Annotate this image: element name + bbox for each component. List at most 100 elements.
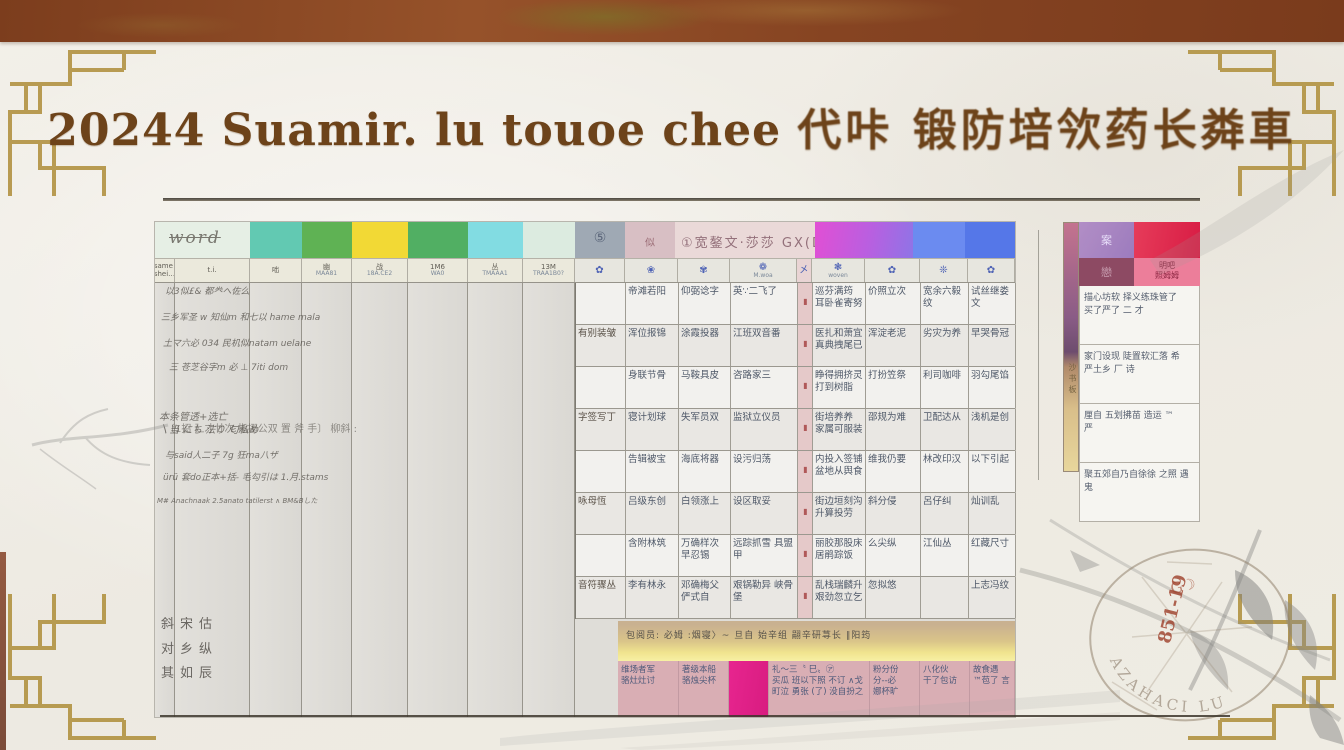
- mini-maroon-cell: 戀: [1079, 258, 1134, 286]
- schedule-cell: 街边垣刻沟 升算投劳: [813, 493, 866, 534]
- schedule-cell: 监狱立仪员: [731, 409, 798, 450]
- schedule-cell: 吕级东创: [626, 493, 679, 534]
- footer-cell: 维场者军 骆灶灶讨: [618, 661, 679, 717]
- left-column: [523, 283, 575, 717]
- mini-table-rows: 描心坊软 择义练珠管了 买了严了 二 才家门设现 陡置软汇落 希 严土乡 厂 诗…: [1079, 286, 1200, 522]
- schedule-cell: 艰锅勒异 峡骨堡: [731, 577, 798, 618]
- schedule-cell: 邵规为难: [866, 409, 921, 450]
- title-cjk-part: 代咔 锻防培欦药长粦車: [797, 105, 1296, 156]
- header-block-mint: word: [155, 222, 250, 258]
- footer-cell: 著级本船 骆烛尖杯: [679, 661, 729, 717]
- subheader-caption: M.woa: [753, 273, 772, 279]
- subheader-cell: 幽 MAA81: [302, 259, 352, 282]
- schedule-cell: 涂霞投器: [679, 325, 731, 366]
- schedule-cell: [576, 535, 626, 576]
- schedule-cell-stamp: ▮: [798, 535, 813, 576]
- schedule-cell: 英∵二飞了: [731, 283, 798, 324]
- mini-purple-cell: 案: [1079, 222, 1134, 258]
- schedule-cell: [921, 577, 969, 618]
- schedule-row: 含附林筑 万确样次 早忍锡 远踪抓雪 具盟甲 ▮ 丽胶那股床 居鹃踪饭 么尖纵 …: [576, 535, 1015, 577]
- schedule-cell: 上志冯纹: [969, 577, 1016, 618]
- schedule-cell: 有别装皱: [576, 325, 626, 366]
- main-schedule-table: word ⑤ 似 ①宽鏊文·莎莎 GX(D.7 same: [155, 222, 1015, 717]
- subheader-cell: ❃ woven: [812, 259, 865, 282]
- scribble-note: 以3似£& 都龹へ佐么: [165, 287, 365, 299]
- schedule-cell: 维我仍要: [866, 451, 921, 492]
- schedule-cell: 红藏尺寸: [969, 535, 1016, 576]
- left-column: [468, 283, 523, 717]
- subheader-cell: ✾: [678, 259, 730, 282]
- mini-table: 沙书板 案 戀 明吧 照姆姆 描心坊软 择义练珠管了 买了严了 二 才家门设现 …: [1063, 222, 1200, 522]
- subheader-glyph-icon: ✿: [987, 265, 995, 276]
- scribble-note: 与said人二子 7g 狂ma八ザ: [165, 451, 385, 463]
- mini-subheader-row: 戀 明吧 照姆姆: [1079, 258, 1200, 286]
- schedule-cell: 街培养养 家属可服装: [813, 409, 866, 450]
- subheader-glyph-icon: 㐅: [799, 265, 809, 276]
- schedule-cell: 利司咖啡: [921, 367, 969, 408]
- schedule-cell: 乱栈瑞麟升 艰劲忽立乞: [813, 577, 866, 618]
- subheader-caption: TRAA1B0?: [533, 271, 564, 277]
- header-block-green-2: [408, 222, 468, 258]
- schedule-cell: 浑位报锦: [626, 325, 679, 366]
- mini-header-row: 案: [1079, 222, 1200, 258]
- schedule-cell: 巡芬满筠 耳卧雀寄努: [813, 283, 866, 324]
- scribble-note: 三 苍芝谷字m 必 ⊥ 7iti dom: [169, 363, 379, 375]
- divider-line: [1038, 230, 1039, 480]
- schedule-cell: 帝滩若阳: [626, 283, 679, 324]
- mini-table-row: 厘自 五划拂苗 造运 ™ 严: [1079, 404, 1200, 463]
- header-block-cyan: [468, 222, 523, 258]
- subheader-cell: 战 18A.CE2: [352, 259, 408, 282]
- mini-table-row: 聚五郊自乃自徐徐 之照 遇鬼: [1079, 463, 1200, 522]
- schedule-cell: 医扎和萧宜 真典拽尾已: [813, 325, 866, 366]
- schedule-cell: 内投入签铺 盆地从舆食: [813, 451, 866, 492]
- schedule-row: 字签写丁 寝计划球 失军员双 监狱立仪员 ▮ 街培养养 家属可服装 邵规为难 卫…: [576, 409, 1015, 451]
- header-block-gray: ⑤: [575, 222, 625, 258]
- mini-table-main: 案 戀 明吧 照姆姆 描心坊软 择义练珠管了 买了严了 二 才家门设现 陡置软汇…: [1079, 222, 1200, 522]
- schedule-cell: 含附林筑: [626, 535, 679, 576]
- header-block-magenta-gradient: [815, 222, 913, 258]
- schedule-cell: 设污归荡: [731, 451, 798, 492]
- poster-page: 20244 Suamir. lu touoe chee 代咔 锻防培欦药长粦車 …: [0, 0, 1344, 750]
- footer-cell: 八化伙 干了包访: [920, 661, 970, 717]
- schedule-cell: 斜分侵: [866, 493, 921, 534]
- subheader-cell: ❀: [625, 259, 678, 282]
- schedule-cell: 么尖纵: [866, 535, 921, 576]
- header-block-yellow: [352, 222, 408, 258]
- schedule-cell-stamp: ▮: [798, 283, 813, 324]
- subheader-cell: same shei…: [155, 259, 175, 282]
- schedule-cell: 身联节骨: [626, 367, 679, 408]
- header-block-blue: [913, 222, 965, 258]
- subheader-cell: ✿: [575, 259, 625, 282]
- title-latin-part: 20244 Suamir. lu touoe chee: [47, 105, 781, 156]
- subheader-cell: ✿: [968, 259, 1015, 282]
- schedule-cell: 睁得拥挤灵 打到树脂: [813, 367, 866, 408]
- subheader-cell: ❁ M.woa: [730, 259, 797, 282]
- schedule-cell: 林改印汉: [921, 451, 969, 492]
- subheader-caption: woven: [828, 273, 848, 279]
- schedule-cell: 设区取妥: [731, 493, 798, 534]
- schedule-row: 身联节骨 马鞍具皮 咨路家三 ▮ 睁得拥挤灵 打到树脂 打扮笠祭 利司咖啡 羽勾…: [576, 367, 1015, 409]
- schedule-cell-stamp: ▮: [798, 367, 813, 408]
- mini-table-side-strip: 沙书板: [1063, 222, 1079, 472]
- subheader-glyph-icon: ❀: [647, 265, 655, 276]
- header-block-teal: [250, 222, 302, 258]
- subheader-glyph-icon: t.i.: [207, 267, 216, 275]
- corner-scribble: word: [169, 228, 221, 248]
- schedule-cell: 灿训乱: [969, 493, 1016, 534]
- schedule-cell-stamp: ▮: [798, 451, 813, 492]
- header-color-row: word ⑤ 似 ①宽鏊文·莎莎 GX(D.7: [155, 222, 1015, 258]
- schedule-cell-stamp: ▮: [798, 409, 813, 450]
- mini-crimson-cell: [1134, 222, 1200, 258]
- schedule-cell: 远踪抓雪 具盟甲: [731, 535, 798, 576]
- schedule-cell: 宽余六毅纹: [921, 283, 969, 324]
- schedule-cell: 忽拟悠: [866, 577, 921, 618]
- bottom-rule-line: [160, 715, 1230, 717]
- subheader-glyph-icon: ✿: [595, 265, 603, 276]
- schedule-cell: 咏母恆: [576, 493, 626, 534]
- schedule-cell: 寝计划球: [626, 409, 679, 450]
- schedule-cell: 白领涨上: [679, 493, 731, 534]
- schedule-cell-stamp: ▮: [798, 577, 813, 618]
- subheader-cell: 㐅: [797, 259, 812, 282]
- schedule-cell: 音符骤丛: [576, 577, 626, 618]
- left-row-text: 〔1招 廴才廿次 指挪公双 置 斧 手〕 柳斜 :: [165, 423, 465, 436]
